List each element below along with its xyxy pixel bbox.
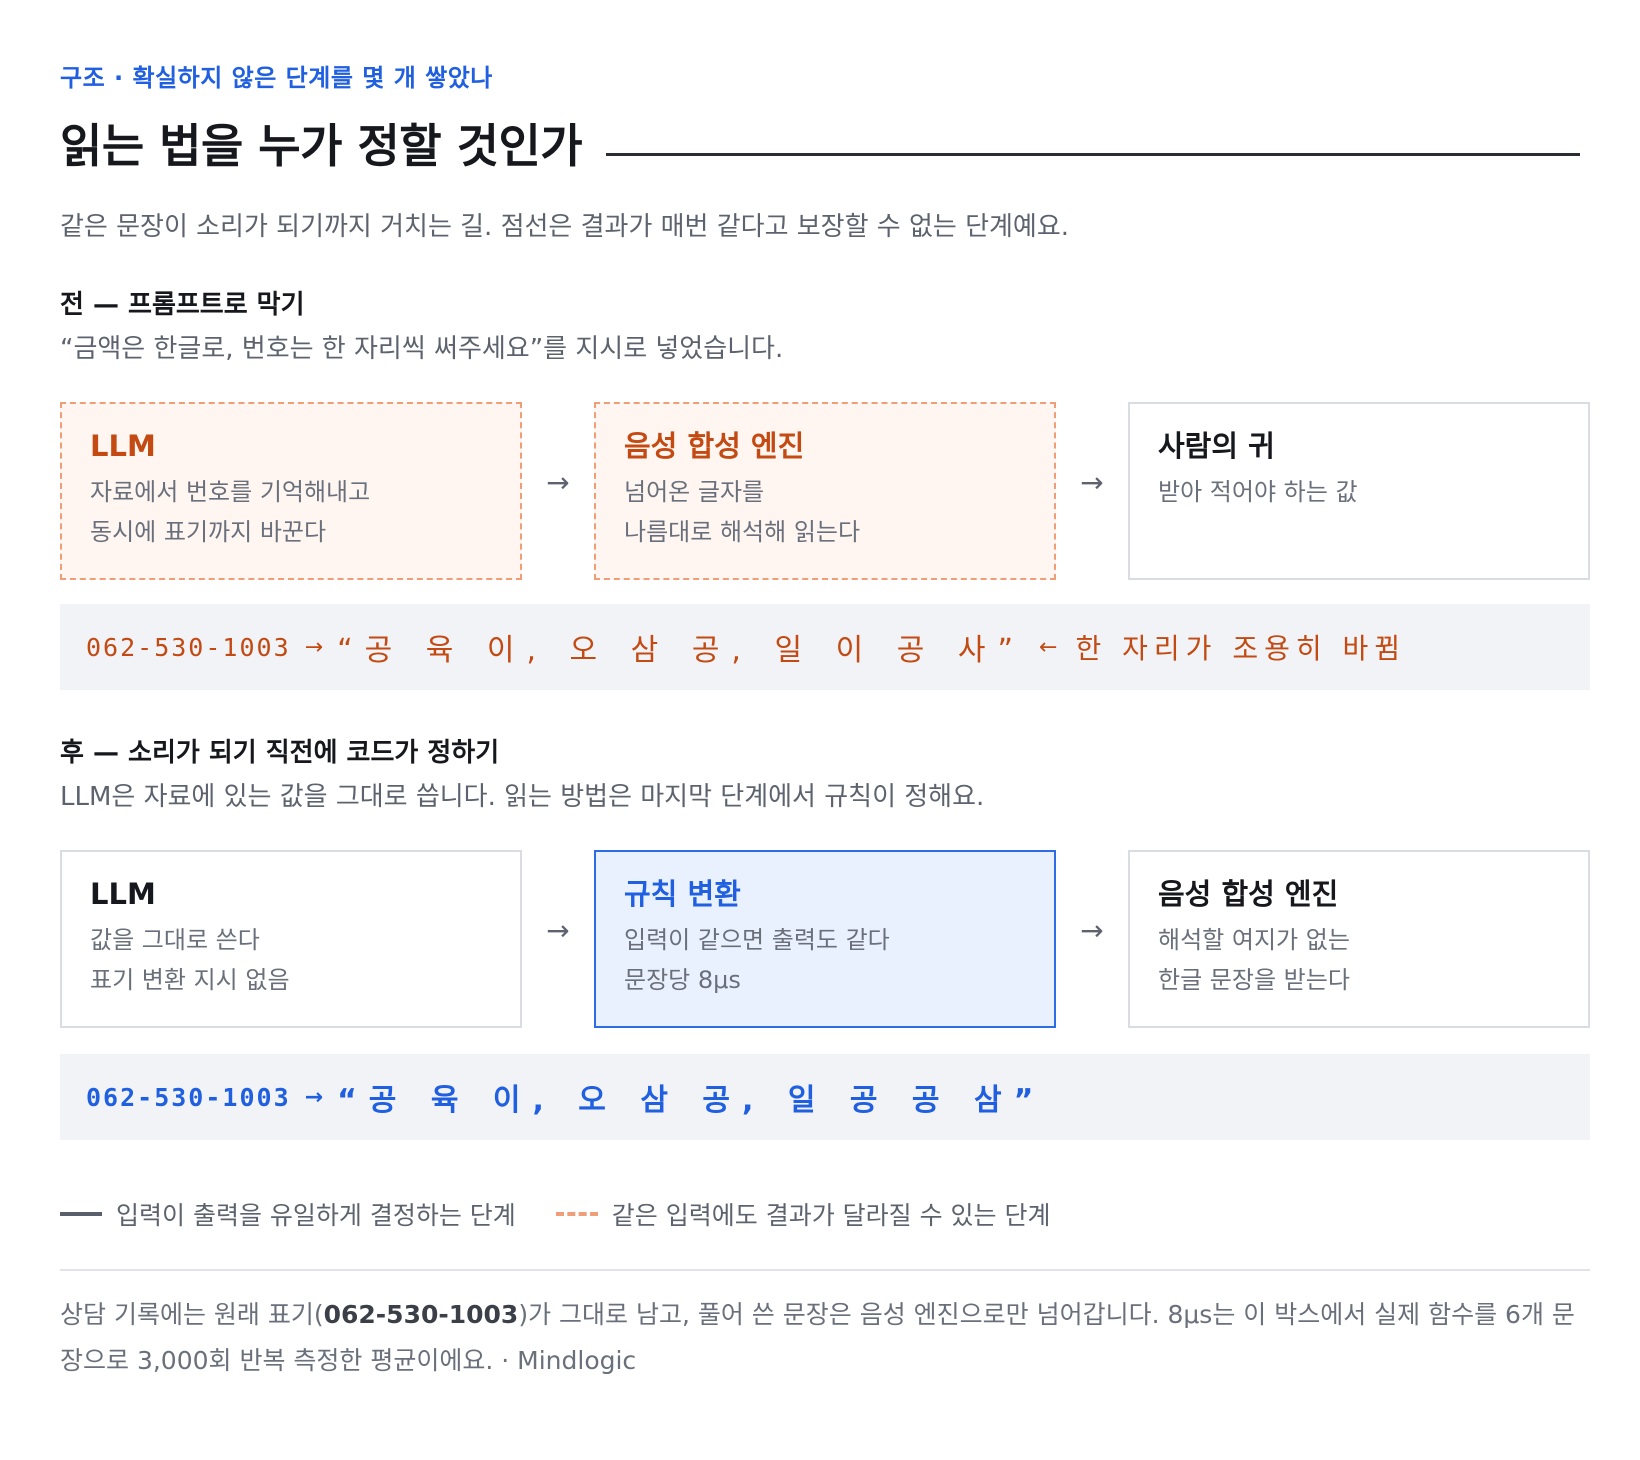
step-line: 받아 적어야 하는 값 [1158, 478, 1358, 506]
before-example-strip: 062-530-1003 → “공 육 이, 오 삼 공, 일 이 공 사” ←… [60, 604, 1590, 690]
step-line: 자료에서 번호를 기억해내고 [90, 478, 371, 506]
example-number: 062-530-1003 [86, 632, 291, 662]
legend-nondeterministic: 같은 입력에도 결과가 달라질 수 있는 단계 [611, 1201, 1051, 1230]
flow-arrow-icon: → [1080, 466, 1104, 499]
footer-bold-number: 062-530-1003 [323, 1300, 519, 1329]
after-step-rule: 규칙 변환 입력이 같으면 출력도 같다 문장당 8μs [594, 850, 1056, 1028]
legend-deterministic: 입력이 출력을 유일하게 결정하는 단계 [116, 1201, 516, 1230]
after-step-llm: LLM 값을 그대로 쓴다 표기 변환 지시 없음 [60, 850, 522, 1028]
before-step-llm: LLM 자료에서 번호를 기억해내고 동시에 표기까지 바꾼다 [60, 402, 522, 580]
step-line: 해석할 여지가 없는 [1158, 926, 1350, 954]
step-line: 문장당 8μs [624, 966, 741, 994]
step-title: 음성 합성 엔진 [1158, 877, 1339, 911]
footer-text-start: 상담 기록에는 원래 표기( [60, 1300, 324, 1329]
after-flow: LLM 값을 그대로 쓴다 표기 변환 지시 없음 → 규칙 변환 입력이 같으… [60, 850, 1590, 1028]
title-row: 읽는 법을 누가 정할 것인가 [60, 110, 1580, 176]
footer-note: 상담 기록에는 원래 표기(062-530-1003)가 그대로 남고, 풀어 … [60, 1292, 1590, 1384]
step-line: 나름대로 해석해 읽는다 [624, 518, 861, 546]
after-step-tts: 음성 합성 엔진 해석할 여지가 없는 한글 문장을 받는다 [1128, 850, 1590, 1028]
diagram-page: 구조 · 확실하지 않은 단계를 몇 개 쌓았나 읽는 법을 누가 정할 것인가… [0, 0, 1640, 1460]
solid-line-swatch [60, 1212, 102, 1216]
footer-divider [60, 1269, 1590, 1271]
step-title: LLM [90, 877, 156, 911]
step-line: 값을 그대로 쓴다 [90, 926, 260, 954]
example-number: 062-530-1003 [86, 1082, 291, 1112]
step-title: 사람의 귀 [1158, 429, 1275, 463]
step-title: 음성 합성 엔진 [624, 429, 805, 463]
step-line: 입력이 같으면 출력도 같다 [624, 926, 890, 954]
flow-arrow-icon: → [546, 914, 570, 947]
page-subtitle: 같은 문장이 소리가 되기까지 거치는 길. 점선은 결과가 매번 같다고 보장… [60, 212, 1070, 242]
example-arrow-icon: → [304, 634, 324, 660]
eyebrow: 구조 · 확실하지 않은 단계를 몇 개 쌓았나 [60, 64, 493, 92]
before-flow: LLM 자료에서 번호를 기억해내고 동시에 표기까지 바꾼다 → 음성 합성 … [60, 402, 1590, 580]
after-description: LLM은 자료에 있는 값을 그대로 씁니다. 읽는 방법은 마지막 단계에서 … [60, 782, 985, 812]
page-title: 읽는 법을 누가 정할 것인가 [60, 119, 583, 173]
before-step-tts: 음성 합성 엔진 넘어온 글자를 나름대로 해석해 읽는다 [594, 402, 1056, 580]
step-title: 규칙 변환 [624, 877, 741, 911]
flow-arrow-icon: → [1080, 914, 1104, 947]
example-arrow-icon: → [304, 1084, 324, 1110]
before-heading: 전 — 프롬프트로 막기 [60, 290, 305, 320]
step-line: 한글 문장을 받는다 [1158, 966, 1350, 994]
flow-arrow-icon: → [546, 466, 570, 499]
title-rule [606, 152, 1580, 156]
before-description: “금액은 한글로, 번호는 한 자리씩 써주세요”를 지시로 넣었습니다. [60, 334, 784, 364]
example-reading: “공 육 이, 오 삼 공, 일 공 공 삼” [337, 1083, 1046, 1118]
note-arrow-icon: ← [1039, 634, 1058, 660]
example-note: 한 자리가 조용히 바뀜 [1075, 632, 1407, 665]
after-heading: 후 — 소리가 되기 직전에 코드가 정하기 [60, 738, 500, 768]
step-title: LLM [90, 429, 156, 463]
before-step-ear: 사람의 귀 받아 적어야 하는 값 [1128, 402, 1590, 580]
step-line: 표기 변환 지시 없음 [90, 966, 290, 994]
example-reading: “공 육 이, 오 삼 공, 일 이 공 사” [337, 633, 1026, 668]
dashed-line-swatch [555, 1212, 598, 1216]
step-line: 동시에 표기까지 바꾼다 [90, 518, 327, 546]
legend: 입력이 출력을 유일하게 결정하는 단계 같은 입력에도 결과가 달라질 수 있… [60, 1196, 1050, 1232]
after-example-strip: 062-530-1003 → “공 육 이, 오 삼 공, 일 공 공 삼” [60, 1054, 1590, 1140]
step-line: 넘어온 글자를 [624, 478, 765, 506]
